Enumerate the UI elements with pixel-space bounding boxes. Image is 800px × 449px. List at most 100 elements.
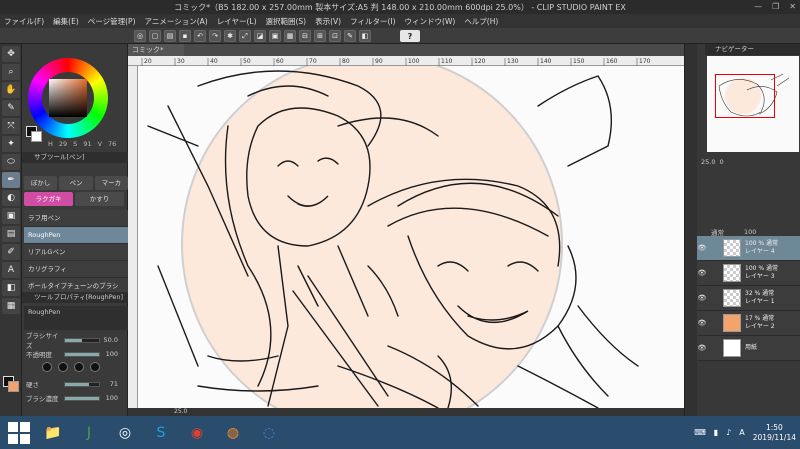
menu-help[interactable]: ヘルプ(H) — [464, 16, 498, 27]
subtool-tab-blur[interactable]: ぼかし — [24, 176, 58, 190]
layer-row[interactable]: 👁 100 % 通常 レイヤー 3 — [697, 261, 800, 286]
layer-opacity[interactable]: 100 — [744, 228, 756, 236]
brush-tip-icon[interactable] — [74, 362, 84, 372]
text-tool-icon[interactable]: A — [2, 262, 20, 278]
brush-item-selected[interactable]: RoughPen — [24, 227, 128, 244]
operation-tool-icon[interactable]: ✎ — [2, 100, 20, 116]
prop-brush-density[interactable]: ブラシ濃度 100 — [26, 392, 128, 404]
open-file-icon[interactable]: ▤ — [164, 30, 176, 42]
brush-item[interactable]: カリグラフィ — [24, 261, 128, 278]
menu-filter[interactable]: フィルター(I) — [350, 16, 395, 27]
prop-brush-size[interactable]: ブラシサイズ 50.0 — [26, 332, 128, 350]
frame-tool-icon[interactable]: ◧ — [2, 280, 20, 296]
layer-info: 100 % 通常 レイヤー 4 — [745, 240, 778, 256]
eye-icon[interactable]: 👁 — [697, 319, 707, 327]
deselect-icon[interactable]: ▣ — [269, 30, 281, 42]
undo-icon[interactable]: ↶ — [194, 30, 206, 42]
color-swatch-fg-bg[interactable] — [3, 376, 19, 392]
help-button[interactable]: ? — [400, 30, 420, 42]
menu-file[interactable]: ファイル(F) — [4, 16, 44, 27]
menu-edit[interactable]: 編集(E) — [53, 16, 79, 27]
navigator-zoom[interactable]: 25.0 — [701, 158, 715, 166]
ime-indicator[interactable]: A — [739, 428, 744, 437]
snap-ruler-icon[interactable]: ⊟ — [299, 30, 311, 42]
drawing-canvas[interactable] — [138, 66, 684, 408]
clip-studio-icon[interactable]: ◎ — [110, 419, 140, 447]
eye-icon[interactable]: 👁 — [697, 344, 707, 352]
layer-row[interactable]: 👁 32 % 通常 レイヤー 1 — [697, 286, 800, 311]
network-icon[interactable]: ▮ — [714, 428, 718, 437]
canvas-tab[interactable]: コミック* — [128, 44, 184, 56]
navigator-angle[interactable]: 0 — [719, 158, 723, 166]
eye-icon[interactable]: 👁 — [697, 294, 707, 302]
brush-tip-icon[interactable] — [58, 362, 68, 372]
fill-tool-icon[interactable]: ▣ — [2, 208, 20, 224]
volume-icon[interactable]: ♪ — [726, 428, 731, 437]
navigator-preview[interactable] — [707, 56, 799, 152]
prop-opacity[interactable]: 不透明度 100 — [26, 348, 128, 360]
skype-icon[interactable]: S — [146, 419, 176, 447]
brush-item[interactable]: リアルGペン — [24, 244, 128, 261]
clear-icon[interactable]: ✱ — [224, 30, 236, 42]
keyboard-icon[interactable]: ⌨ — [694, 428, 706, 437]
file-explorer-icon[interactable]: 📁 — [38, 419, 68, 447]
globe-icon[interactable]: ◌ — [254, 419, 284, 447]
j-app-icon[interactable]: J — [74, 419, 104, 447]
chrome-icon[interactable]: ◉ — [182, 419, 212, 447]
brush-tip-icon[interactable] — [42, 362, 52, 372]
figure-tool-icon[interactable]: ✐ — [2, 244, 20, 260]
subtool-group-tabs-2: ラクガキ かすり — [24, 192, 124, 206]
color-square[interactable] — [49, 79, 87, 117]
invert-icon[interactable]: ▦ — [284, 30, 296, 42]
blue-pen-icon[interactable]: ✎ — [344, 30, 356, 42]
snap-special-icon[interactable]: ⊞ — [314, 30, 326, 42]
taskbar-clock[interactable]: 1:50 2019/11/14 — [753, 423, 796, 443]
layer-row[interactable]: 👁 用紙 — [697, 336, 800, 361]
close-button[interactable]: ✕ — [789, 2, 796, 11]
gradient-tool-icon[interactable]: ▤ — [2, 226, 20, 242]
minimize-button[interactable]: — — [754, 2, 762, 11]
subtool-tab-pen[interactable]: ペン — [59, 176, 93, 190]
clip-studio-icon[interactable]: ◎ — [134, 30, 146, 42]
subtool-tab-rakugaki[interactable]: ラクガキ — [24, 192, 73, 206]
hand-tool-icon[interactable]: ✋ — [2, 82, 20, 98]
prop-hardness[interactable]: 硬さ 71 — [26, 378, 128, 390]
subtool-tab-kasuri[interactable]: かすり — [75, 192, 124, 206]
menu-layer[interactable]: レイヤー(L) — [217, 16, 257, 27]
menu-window[interactable]: ウィンドウ(W) — [405, 16, 456, 27]
zoom-tool-icon[interactable]: ⌕ — [2, 64, 20, 80]
ruler-tool-icon[interactable]: ▦ — [2, 298, 20, 314]
layer-row[interactable]: 👁 100 % 通常 レイヤー 4 — [697, 236, 800, 261]
layer-info: 32 % 通常 レイヤー 1 — [745, 290, 775, 306]
bucket-icon[interactable]: ◧ — [359, 30, 371, 42]
start-button[interactable] — [6, 420, 32, 446]
eye-icon[interactable]: 👁 — [697, 244, 707, 252]
snap-grid-icon[interactable]: ⊡ — [329, 30, 341, 42]
ruler-label: 20 — [144, 58, 152, 65]
new-file-icon[interactable]: ▢ — [149, 30, 161, 42]
menu-selection[interactable]: 選択範囲(S) — [266, 16, 307, 27]
layer-row[interactable]: 👁 17 % 通常 レイヤー 2 — [697, 311, 800, 336]
eye-icon[interactable]: 👁 — [697, 269, 707, 277]
redo-icon[interactable]: ↷ — [209, 30, 221, 42]
layer-info: 17 % 通常 レイヤー 2 — [745, 315, 775, 331]
brush-tip-icon[interactable] — [90, 362, 100, 372]
auto-select-tool-icon[interactable]: ✦ — [2, 136, 20, 152]
blend-tool-icon[interactable]: ◐ — [2, 190, 20, 206]
save-icon[interactable]: ▪ — [179, 30, 191, 42]
color-swatches[interactable] — [26, 126, 42, 142]
transform-icon[interactable]: ⤢ — [239, 30, 251, 42]
eyedropper-tool-icon[interactable]: ⬭ — [2, 154, 20, 170]
selection-tool-icon[interactable]: ⤧ — [2, 118, 20, 134]
menu-page[interactable]: ページ管理(P) — [88, 16, 136, 27]
pen-tool-icon[interactable]: ✒ — [2, 172, 20, 188]
brush-item[interactable]: ラフ用ペン — [24, 210, 128, 227]
menu-view[interactable]: 表示(V) — [315, 16, 341, 27]
maximize-button[interactable]: ❐ — [772, 2, 779, 11]
firefox-icon[interactable]: ◍ — [218, 419, 248, 447]
subtool-tab-marker[interactable]: マーカ — [94, 176, 128, 190]
menu-animation[interactable]: アニメーション(A) — [145, 16, 208, 27]
move-tool-icon[interactable]: ✥ — [2, 46, 20, 62]
fill-icon[interactable]: ◪ — [254, 30, 266, 42]
navigator-view-rect[interactable] — [715, 74, 775, 118]
